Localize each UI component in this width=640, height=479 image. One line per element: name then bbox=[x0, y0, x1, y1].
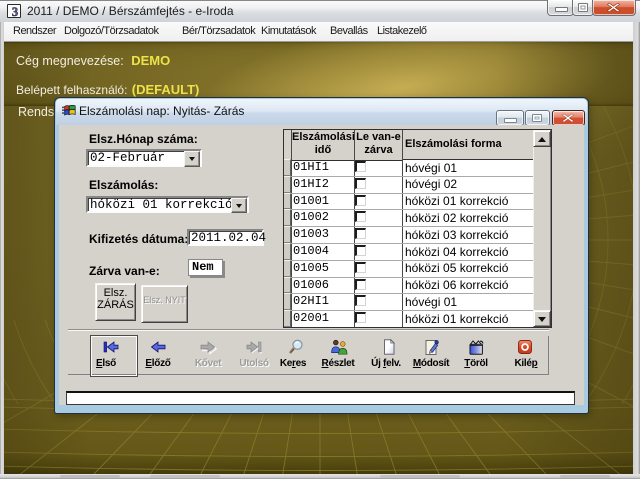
svg-text:3: 3 bbox=[12, 5, 18, 19]
